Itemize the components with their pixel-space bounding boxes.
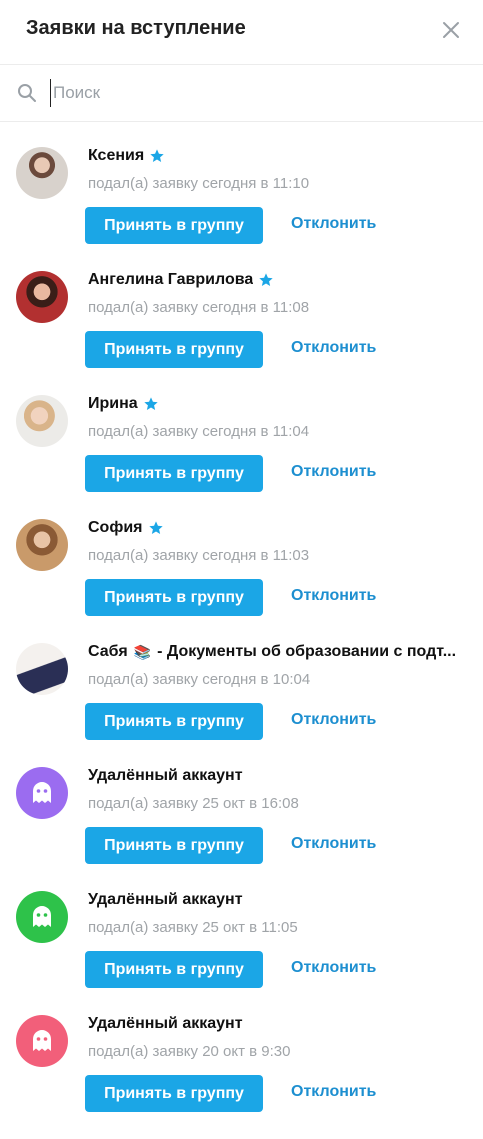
books-icon: 📚	[133, 643, 152, 660]
list-item: Ирина подал(а) заявку сегодня в 11:04 Пр…	[0, 395, 483, 519]
name-row: София	[88, 519, 468, 537]
request-time: подал(а) заявку сегодня в 11:04	[88, 423, 310, 440]
user-name: Сабя	[88, 643, 128, 660]
list-item: Сабя 📚 - Документы об образовании с подт…	[0, 643, 483, 767]
ghost-icon	[33, 906, 51, 927]
avatar	[16, 891, 68, 943]
user-name: Удалённый аккаунт	[88, 891, 243, 908]
accept-button[interactable]: Принять в группу	[85, 207, 263, 244]
close-icon[interactable]	[441, 20, 461, 40]
user-name: Удалённый аккаунт	[88, 1015, 243, 1032]
name-row: Ксения	[88, 147, 468, 165]
avatar	[16, 767, 68, 819]
accept-button[interactable]: Принять в группу	[85, 331, 263, 368]
decline-button[interactable]: Отклонить	[291, 1083, 376, 1101]
user-name: Ксения	[88, 147, 145, 164]
ghost-icon	[33, 782, 51, 803]
search-input[interactable]	[50, 79, 455, 107]
request-time: подал(а) заявку 25 окт в 11:05	[88, 919, 298, 936]
avatar	[16, 1015, 68, 1067]
accept-button[interactable]: Принять в группу	[85, 1075, 263, 1112]
dialog-header: Заявки на вступление	[0, 0, 483, 65]
decline-button[interactable]: Отклонить	[291, 339, 376, 357]
search-icon	[18, 84, 36, 102]
decline-button[interactable]: Отклонить	[291, 711, 376, 729]
request-time: подал(а) заявку сегодня в 11:08	[88, 299, 310, 316]
name-row: Удалённый аккаунт	[88, 1015, 468, 1033]
search-bar	[0, 65, 483, 122]
accept-button[interactable]: Принять в группу	[85, 579, 263, 616]
user-name: Ирина	[88, 395, 138, 412]
name-row: Ангелина Гаврилова	[88, 271, 468, 289]
decline-button[interactable]: Отклонить	[291, 215, 376, 233]
request-time: подал(а) заявку сегодня в 11:03	[88, 547, 310, 564]
request-time: подал(а) заявку 25 окт в 16:08	[88, 795, 299, 812]
user-name-suffix: - Документы об образовании с подт...	[157, 643, 457, 660]
decline-button[interactable]: Отклонить	[291, 587, 376, 605]
list-item: Удалённый аккаунт подал(а) заявку 25 окт…	[0, 891, 483, 1015]
decline-button[interactable]: Отклонить	[291, 463, 376, 481]
accept-button[interactable]: Принять в группу	[85, 951, 263, 988]
verified-star-icon	[259, 273, 273, 286]
user-name: Ангелина Гаврилова	[88, 271, 254, 288]
verified-star-icon	[144, 397, 158, 410]
avatar	[16, 271, 68, 323]
request-time: подал(а) заявку сегодня в 10:04	[88, 671, 311, 688]
list-item: Удалённый аккаунт подал(а) заявку 20 окт…	[0, 1015, 483, 1139]
user-name: София	[88, 519, 143, 536]
accept-button[interactable]: Принять в группу	[85, 455, 263, 492]
avatar	[16, 395, 68, 447]
user-name: Удалённый аккаунт	[88, 767, 243, 784]
name-row: Ирина	[88, 395, 468, 413]
name-row: Удалённый аккаунт	[88, 767, 468, 785]
verified-star-icon	[148, 521, 163, 534]
decline-button[interactable]: Отклонить	[291, 835, 376, 853]
decline-button[interactable]: Отклонить	[291, 959, 376, 977]
verified-star-icon	[150, 149, 164, 162]
ghost-icon	[33, 1030, 51, 1051]
list-item: Ангелина Гаврилова подал(а) заявку сегод…	[0, 271, 483, 395]
name-row: Сабя 📚 - Документы об образовании с подт…	[88, 643, 468, 661]
avatar	[16, 519, 68, 571]
request-time: подал(а) заявку сегодня в 11:10	[88, 175, 310, 192]
list-item: Удалённый аккаунт подал(а) заявку 25 окт…	[0, 767, 483, 891]
list-item: София подал(а) заявку сегодня в 11:03 Пр…	[0, 519, 483, 643]
request-time: подал(а) заявку 20 окт в 9:30	[88, 1043, 291, 1060]
avatar	[16, 147, 68, 199]
name-row: Удалённый аккаунт	[88, 891, 468, 909]
dialog-title: Заявки на вступление	[26, 17, 246, 39]
list-item: Ксения подал(а) заявку сегодня в 11:10 П…	[0, 147, 483, 271]
accept-button[interactable]: Принять в группу	[85, 827, 263, 864]
avatar	[16, 643, 68, 695]
accept-button[interactable]: Принять в группу	[85, 703, 263, 740]
